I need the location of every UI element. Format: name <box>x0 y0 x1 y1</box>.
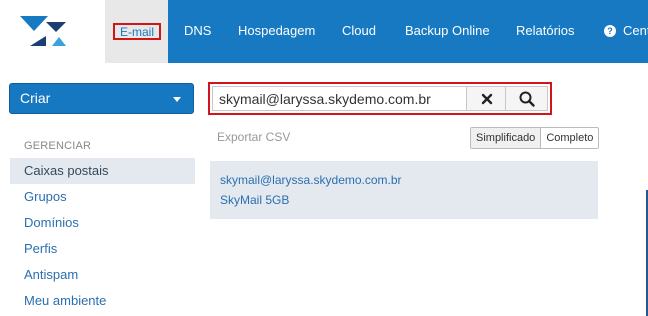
nav-backup-online[interactable]: Backup Online <box>405 0 490 63</box>
create-button[interactable]: Criar <box>9 83 194 114</box>
close-icon <box>481 93 493 105</box>
clear-search-button[interactable] <box>466 86 506 111</box>
export-csv-link[interactable]: Exportar CSV <box>217 130 290 144</box>
sidebar-item-caixas-postais[interactable]: Caixas postais <box>10 158 195 184</box>
sidebar-item-grupos[interactable]: Grupos <box>10 184 195 210</box>
nav-relatorios[interactable]: Relatórios <box>516 0 575 63</box>
sidebar-item-perfis[interactable]: Perfis <box>10 236 195 262</box>
nav-hospedagem[interactable]: Hospedagem <box>238 0 315 63</box>
search-button[interactable] <box>505 86 548 111</box>
help-icon: ? <box>604 25 616 37</box>
search-bar <box>208 82 552 115</box>
sidebar-item-meu-ambiente[interactable]: Meu ambiente <box>10 288 195 314</box>
search-icon <box>519 91 535 107</box>
result-email[interactable]: skymail@laryssa.skydemo.com.br <box>220 173 402 187</box>
create-button-label: Criar <box>20 90 51 106</box>
result-list-item[interactable]: skymail@laryssa.skydemo.com.br SkyMail 5… <box>210 161 598 219</box>
section-heading-gerenciar: GERENCIAR <box>24 140 92 152</box>
search-input[interactable] <box>212 86 467 111</box>
nav-central-label: Cent <box>623 23 648 38</box>
top-navbar: E-mail DNS Hospedagem Cloud Backup Onlin… <box>0 0 648 63</box>
brand-logo-icon <box>20 16 66 46</box>
nav-dns[interactable]: DNS <box>184 0 211 63</box>
sidebar-item-antispam[interactable]: Antispam <box>10 262 195 288</box>
nav-email[interactable]: E-mail <box>113 23 161 40</box>
nav-cloud[interactable]: Cloud <box>342 0 376 63</box>
result-plan: SkyMail 5GB <box>220 193 290 207</box>
complete-view-button[interactable]: Completo <box>541 128 598 148</box>
nav-central[interactable]: ? Cent <box>604 0 648 63</box>
sidebar-item-dominios[interactable]: Domínios <box>10 210 195 236</box>
caret-down-icon <box>173 97 181 102</box>
logo[interactable] <box>0 0 105 63</box>
view-toggle: Simplificado Completo <box>470 127 600 149</box>
simplified-view-button[interactable]: Simplificado <box>471 128 542 148</box>
